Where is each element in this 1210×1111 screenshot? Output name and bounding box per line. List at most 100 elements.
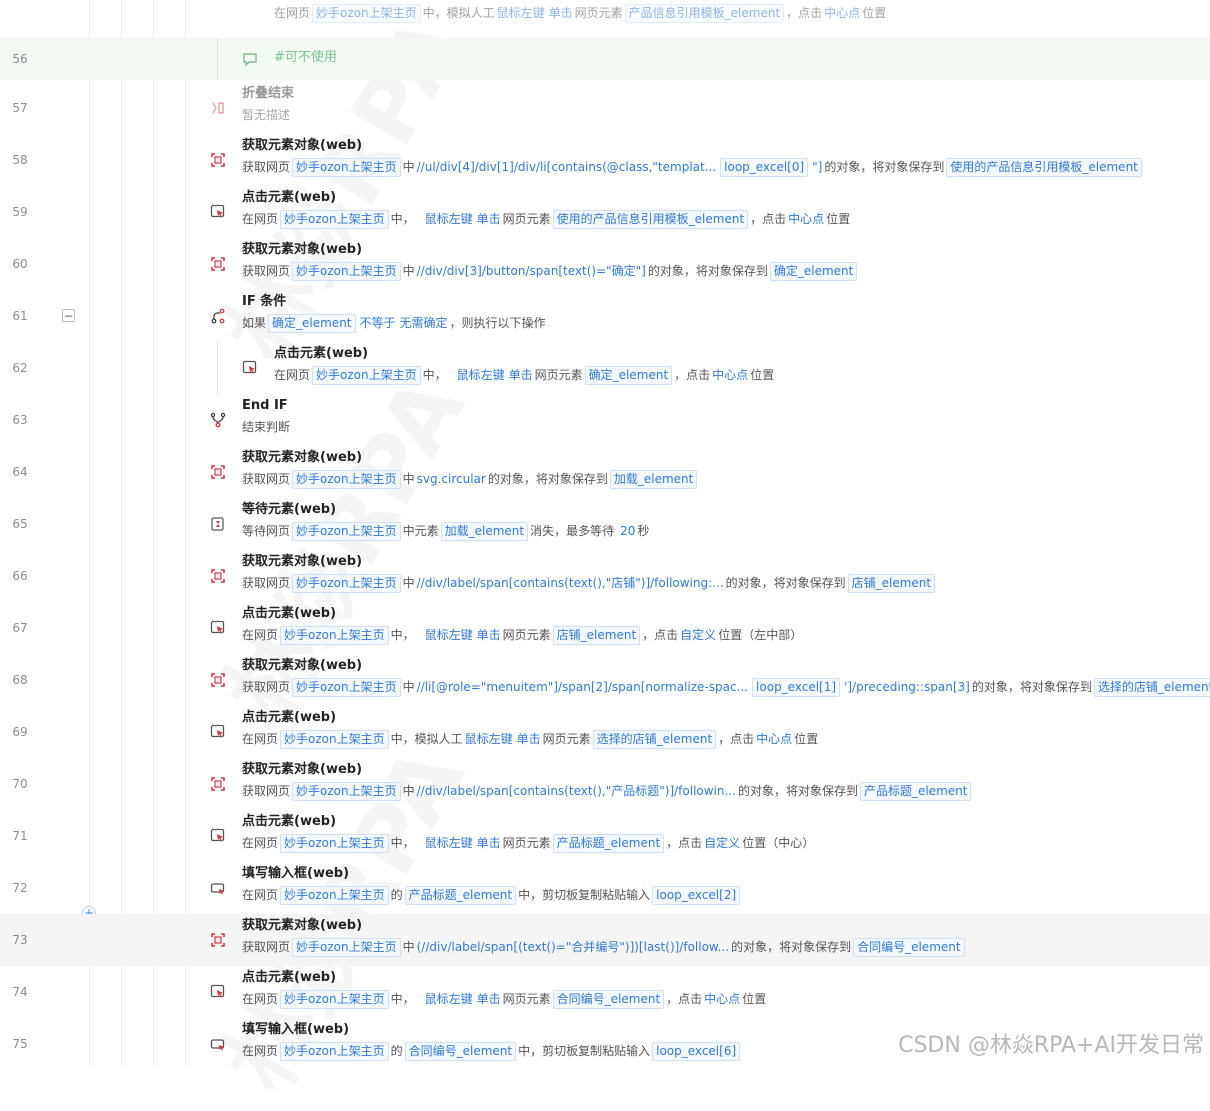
get-element-icon: [210, 464, 226, 480]
step-title: IF 条件: [242, 294, 287, 309]
step-desc: 在网页 妙手ozon上架主页 中， 鼠标左键 单击 网页元素 确定_element ，点击 中心…: [274, 364, 1210, 386]
line-number: 73: [12, 933, 28, 947]
step-row-65[interactable]: 65 等待元素(web) 等待网页 妙手ozon上架主页 中元素 加载_element…: [0, 498, 1210, 550]
step-desc: 暂无描述: [242, 108, 291, 122]
end-if-icon: [210, 412, 226, 428]
click-element-icon: [210, 204, 226, 220]
step-title: 获取元素对象(web): [242, 554, 363, 569]
get-element-icon: [210, 932, 226, 948]
step-title: 点击元素(web): [274, 346, 369, 361]
get-element-icon: [210, 776, 226, 792]
step-title: 获取元素对象(web): [242, 450, 363, 465]
step-desc: 获取网页 妙手ozon上架主页中//li[@role="menuitem"]/sp…: [242, 676, 1210, 698]
step-desc: 在网页 妙手ozon上架主页 中， 鼠标左键 单击 网页元素 使用的产品信息引用模板_ele…: [242, 208, 1210, 230]
line-number: 56: [12, 52, 28, 66]
step-desc: 在网页 妙手ozon上架主页的产品标题_element 中，剪切板复制粘贴输入 loo…: [242, 884, 1210, 906]
step-row-67[interactable]: 67 点击元素(web) 在网页 妙手ozon上架主页 中， 鼠标左键 单击 网页元素 店铺…: [0, 602, 1210, 654]
step-row-partial[interactable]: 在网页 妙手ozon上架主页 中，模拟人工 鼠标左键 单击 网页元素 产品信息引用模板_el…: [0, 0, 1210, 23]
step-row-63[interactable]: 63 End IF 结束判断: [0, 394, 1210, 446]
click-element-icon: [242, 360, 258, 376]
step-row-61[interactable]: 61 − IF 条件 如果 确定_element 不等于 无需确定 ，则执行以下操作: [0, 290, 1210, 342]
step-desc: 获取网页 妙手ozon上架主页中//ul/div[4]/div[1]/div/li…: [242, 156, 1210, 178]
click-element-icon: [210, 828, 226, 844]
line-number: 67: [12, 621, 28, 635]
get-element-icon: [210, 152, 226, 168]
line-number: 64: [12, 465, 28, 479]
step-desc: 获取网页 妙手ozon上架主页中//div/label/span[contains…: [242, 572, 1210, 594]
branch-line: [217, 38, 218, 80]
line-number: 58: [12, 153, 28, 167]
step-title: 等待元素(web): [242, 502, 337, 517]
step-title: 获取元素对象(web): [242, 918, 363, 933]
line-number: 65: [12, 517, 28, 531]
line-number: 69: [12, 725, 28, 739]
step-desc: 在网页 妙手ozon上架主页 中，模拟人工 鼠标左键 单击 网页元素 产品信息引用模板_el…: [274, 2, 1210, 24]
step-title: 获取元素对象(web): [242, 658, 363, 673]
step-desc: 如果 确定_element 不等于 无需确定 ，则执行以下操作: [242, 312, 1210, 334]
csdn-watermark: CSDN @林焱RPA+AI开发日常: [898, 1033, 1204, 1058]
step-desc: 在网页 妙手ozon上架主页 中， 鼠标左键 单击 网页元素 店铺_element ，点击 自定…: [242, 624, 1210, 646]
step-desc: 获取网页 妙手ozon上架主页中//div/label/span[contains…: [242, 780, 1210, 802]
line-number: 59: [12, 205, 28, 219]
step-title: 点击元素(web): [242, 970, 337, 985]
step-row-58[interactable]: 58 获取元素对象(web) 获取网页 妙手ozon上架主页中//ul/div[4…: [0, 134, 1210, 186]
line-number: 75: [12, 1037, 28, 1051]
if-condition-icon: [210, 308, 226, 324]
step-row-71[interactable]: 71 点击元素(web) 在网页 妙手ozon上架主页 中， 鼠标左键 单击 网页元素 产品…: [0, 810, 1210, 862]
step-desc: 等待网页 妙手ozon上架主页 中元素 加载_element 消失，最多等待 20 秒: [242, 520, 1210, 542]
step-title: 获取元素对象(web): [242, 138, 363, 153]
branch-line: [217, 342, 218, 394]
step-row-56[interactable]: 56 #可不使用: [0, 38, 1210, 80]
line-number: 61: [12, 309, 28, 323]
step-desc: 获取网页 妙手ozon上架主页中//div/div[3]/button/span[…: [242, 260, 1210, 282]
step-title: 填写输入框(web): [242, 866, 350, 881]
get-element-icon: [210, 568, 226, 584]
step-title: 点击元素(web): [242, 190, 337, 205]
step-row-70[interactable]: 70 获取元素对象(web) 获取网页 妙手ozon上架主页中//div/labe…: [0, 758, 1210, 810]
step-title: 点击元素(web): [242, 814, 337, 829]
line-number: 60: [12, 257, 28, 271]
step-title: 获取元素对象(web): [242, 762, 363, 777]
line-number: 74: [12, 985, 28, 999]
step-row-74[interactable]: 74 点击元素(web) 在网页 妙手ozon上架主页 中， 鼠标左键 单击 网页元素 合同…: [0, 966, 1210, 1018]
step-row-60[interactable]: 60 获取元素对象(web) 获取网页 妙手ozon上架主页中//div/div[…: [0, 238, 1210, 290]
line-number: 71: [12, 829, 28, 843]
step-title: 点击元素(web): [242, 606, 337, 621]
step-row-57[interactable]: 57 折叠结束 暂无描述: [0, 82, 1210, 134]
line-number: 70: [12, 777, 28, 791]
step-row-59[interactable]: 59 点击元素(web) 在网页 妙手ozon上架主页 中， 鼠标左键 单击 网页元素 使用…: [0, 186, 1210, 238]
step-title: 点击元素(web): [242, 710, 337, 725]
get-element-icon: [210, 672, 226, 688]
comment-icon: [242, 51, 258, 67]
line-number: 57: [12, 101, 28, 115]
line-number: 62: [12, 361, 28, 375]
line-number: 63: [12, 413, 28, 427]
step-desc: 在网页 妙手ozon上架主页 中， 鼠标左键 单击 网页元素 产品标题_element ，点击…: [242, 832, 1210, 854]
step-title: 折叠结束: [242, 86, 295, 101]
click-element-icon: [210, 984, 226, 1000]
step-title: End IF: [242, 398, 288, 413]
step-row-64[interactable]: 64 获取元素对象(web) 获取网页 妙手ozon上架主页中 svg.circul…: [0, 446, 1210, 498]
step-row-62[interactable]: 62 点击元素(web) 在网页 妙手ozon上架主页 中， 鼠标左键 单击 网页元素 确定…: [0, 342, 1210, 394]
click-element-icon: [210, 724, 226, 740]
click-element-icon: [210, 620, 226, 636]
fill-input-icon: [210, 1036, 226, 1052]
get-element-icon: [210, 256, 226, 272]
step-desc: 在网页 妙手ozon上架主页 中，模拟人工 鼠标左键 单击 网页元素 选择的店铺_eleme…: [242, 728, 1210, 750]
line-number: 72: [12, 881, 28, 895]
step-title: 获取元素对象(web): [242, 242, 363, 257]
collapse-toggle[interactable]: −: [62, 309, 75, 322]
comment-text: #可不使用: [274, 50, 337, 65]
step-desc: 结束判断: [242, 420, 291, 434]
fold-end-icon: [210, 100, 226, 116]
step-desc: 获取网页 妙手ozon上架主页中 (//div/label/span[(text()…: [242, 936, 1210, 958]
fill-input-icon: [210, 880, 226, 896]
step-row-66[interactable]: 66 获取元素对象(web) 获取网页 妙手ozon上架主页中//div/labe…: [0, 550, 1210, 602]
step-row-68[interactable]: 68 获取元素对象(web) 获取网页 妙手ozon上架主页中//li[@role…: [0, 654, 1210, 706]
step-row-69[interactable]: 69 点击元素(web) 在网页 妙手ozon上架主页 中，模拟人工 鼠标左键 单击 网页…: [0, 706, 1210, 758]
step-row-73[interactable]: 73 获取元素对象(web) 获取网页 妙手ozon上架主页中 (//div/lab…: [0, 914, 1210, 966]
line-number: 68: [12, 673, 28, 687]
step-desc: 在网页 妙手ozon上架主页 中， 鼠标左键 单击 网页元素 合同编号_element ，点击…: [242, 988, 1210, 1010]
step-row-72[interactable]: 72 填写输入框(web) 在网页 妙手ozon上架主页的产品标题_element…: [0, 862, 1210, 920]
wait-element-icon: [210, 516, 226, 532]
